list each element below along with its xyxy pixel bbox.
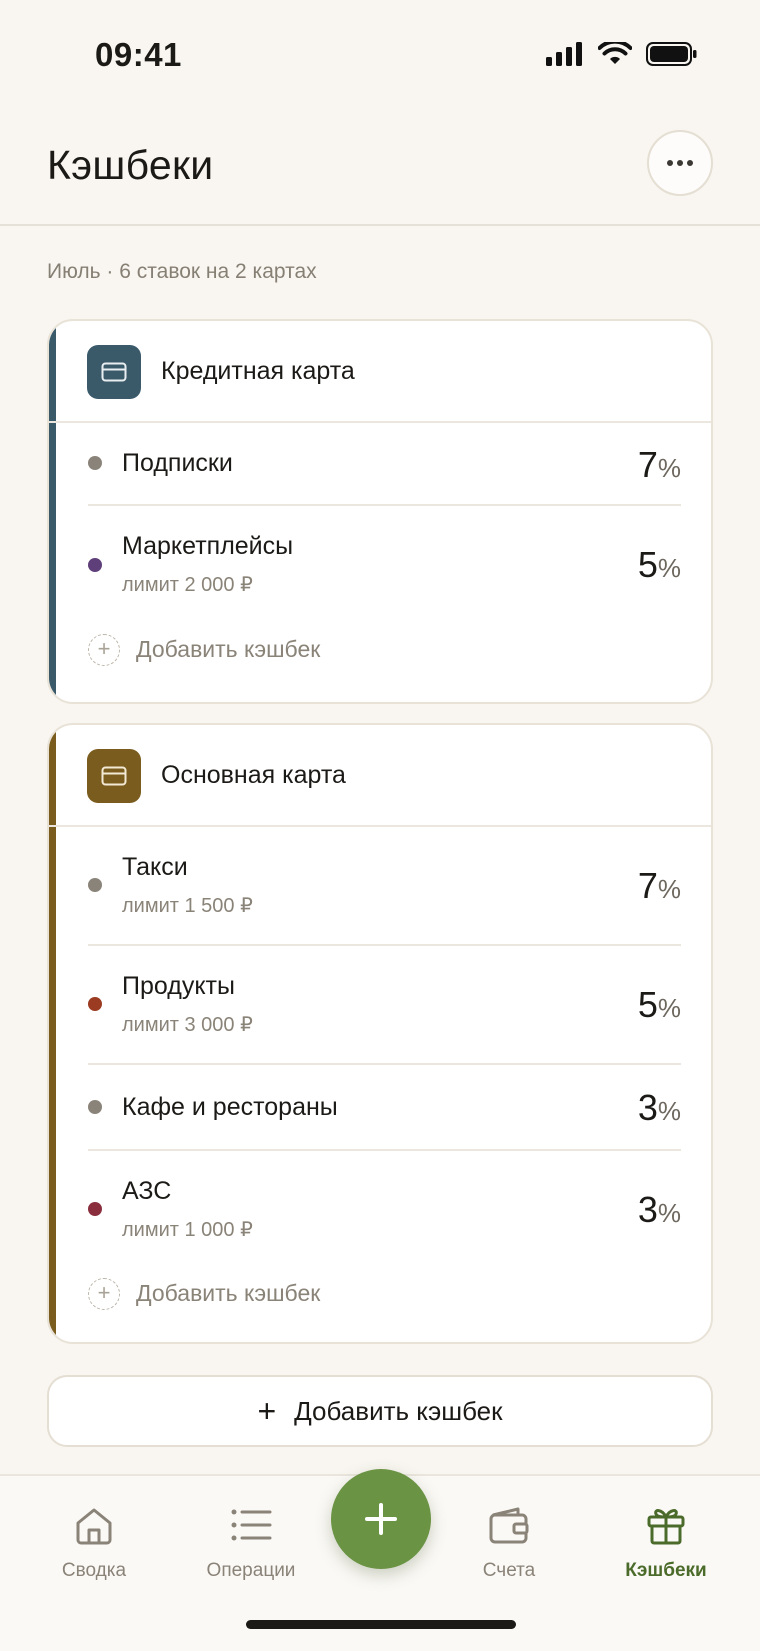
- battery-icon: [646, 42, 697, 66]
- cashback-row[interactable]: Продукты лимит 3 000 ₽ 5%: [88, 946, 681, 1065]
- tab-operations[interactable]: Операции: [186, 1502, 316, 1582]
- home-icon: [76, 1508, 112, 1545]
- category-name: Кафе и рестораны: [122, 1093, 338, 1121]
- cashback-row[interactable]: Такси лимит 1 500 ₽ 7%: [88, 827, 681, 946]
- category-dot: [88, 456, 102, 470]
- cashback-rate: 7%: [637, 865, 681, 906]
- category-dot: [88, 878, 102, 892]
- card-header[interactable]: Кредитная карта: [49, 321, 711, 423]
- category-name: АЗС: [122, 1177, 172, 1205]
- tab-label: Кэшбеки: [625, 1560, 707, 1581]
- status-time: 09:41: [95, 36, 182, 73]
- status-icons: [546, 42, 698, 66]
- page-title: Кэшбеки: [47, 142, 214, 188]
- category-limit: лимит 1 500 ₽: [122, 895, 253, 917]
- more-button[interactable]: [647, 130, 713, 196]
- card-header[interactable]: Основная карта: [49, 725, 711, 827]
- cashback-rate: 5%: [637, 544, 681, 585]
- category-name: Подписки: [122, 449, 233, 477]
- card-name: Основная карта: [161, 761, 346, 789]
- card-main: Основная карта Такси лимит 1 500 ₽ 7% Пр…: [47, 723, 713, 1344]
- cashback-row[interactable]: Подписки 7%: [88, 423, 681, 506]
- summary-text: Июль · 6 ставок на 2 картах: [47, 260, 317, 283]
- category-limit: лимит 2 000 ₽: [122, 574, 253, 596]
- category-name: Маркетплейсы: [122, 532, 294, 560]
- plus-icon: +: [257, 1393, 277, 1429]
- wallet-icon: [489, 1507, 529, 1544]
- category-dot: [88, 997, 102, 1011]
- page-header: Кэшбеки: [0, 112, 760, 226]
- plus-icon: +: [88, 1278, 120, 1310]
- cashback-rate: 3%: [637, 1189, 681, 1230]
- cashback-rate: 3%: [637, 1087, 681, 1128]
- cashback-row[interactable]: Маркетплейсы лимит 2 000 ₽ 5%: [88, 506, 681, 624]
- tab-cashback[interactable]: Кэшбеки: [601, 1502, 731, 1582]
- category-dot: [88, 1100, 102, 1114]
- tab-label: Счета: [482, 1560, 536, 1581]
- cashback-row[interactable]: Кафе и рестораны 3%: [88, 1065, 681, 1151]
- cashback-rate: 7%: [637, 444, 681, 485]
- status-bar: 09:41: [0, 0, 760, 112]
- wifi-icon: [598, 42, 632, 64]
- category-name: Продукты: [122, 972, 235, 1000]
- tab-label: Сводка: [61, 1560, 127, 1581]
- tab-label: Операции: [206, 1560, 296, 1581]
- category-dot: [88, 558, 102, 572]
- tab-summary[interactable]: Сводка: [29, 1502, 159, 1582]
- category-limit: лимит 3 000 ₽: [122, 1014, 253, 1036]
- list-icon: [231, 1509, 272, 1541]
- category-dot: [88, 1202, 102, 1216]
- add-cashback-button[interactable]: + Добавить кэшбек: [47, 1375, 713, 1447]
- add-cashback-label: Добавить кэшбек: [136, 1280, 321, 1306]
- credit-card-icon: [87, 749, 141, 803]
- category-limit: лимит 1 000 ₽: [122, 1219, 253, 1241]
- plus-icon: +: [88, 634, 120, 666]
- card-name: Кредитная карта: [161, 357, 355, 385]
- add-cashback-link[interactable]: + Добавить кэшбек: [88, 1268, 711, 1340]
- ellipsis-icon: [667, 160, 693, 166]
- signal-icon: [546, 42, 582, 66]
- add-cashback-label: Добавить кэшбек: [136, 636, 321, 662]
- credit-card-icon: [87, 345, 141, 399]
- cashback-row[interactable]: АЗС лимит 1 000 ₽ 3%: [88, 1151, 681, 1268]
- add-cashback-link[interactable]: + Добавить кэшбек: [88, 624, 711, 696]
- category-name: Такси: [122, 853, 188, 881]
- gift-icon: [647, 1509, 685, 1545]
- cashback-rate: 5%: [637, 984, 681, 1025]
- plus-icon: [365, 1503, 397, 1535]
- home-indicator: [246, 1620, 516, 1629]
- card-credit: Кредитная карта Подписки 7% Маркетплейсы…: [47, 319, 713, 704]
- add-cashback-button-label: Добавить кэшбек: [294, 1395, 503, 1426]
- tab-accounts[interactable]: Счета: [444, 1502, 574, 1582]
- add-fab-button[interactable]: [331, 1469, 431, 1569]
